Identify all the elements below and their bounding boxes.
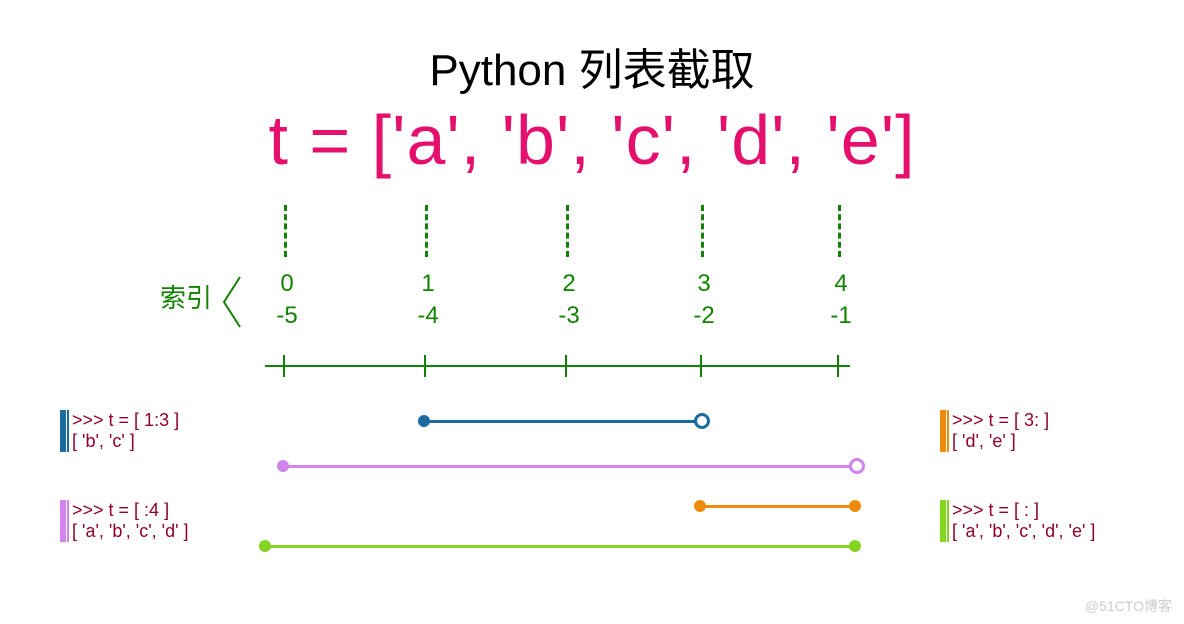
slice-line (424, 420, 700, 423)
slice-start-dot (259, 540, 271, 552)
code-bar (60, 500, 66, 542)
slice-line (283, 465, 855, 468)
code-bar-thin (947, 500, 949, 542)
negative-index: -2 (684, 302, 724, 330)
negative-index: -4 (408, 302, 448, 330)
page-title: Python 列表截取 (0, 34, 1184, 98)
positive-index: 3 (684, 270, 724, 298)
index-axis (265, 365, 850, 367)
slice-end-dot (849, 500, 861, 512)
index-dash (284, 205, 287, 257)
code-bar-thin (67, 410, 69, 452)
list-declaration: t = ['a', 'b', 'c', 'd', 'e'] (0, 100, 1184, 180)
code-bar (60, 410, 66, 452)
slice-code-block: >>> t = [ 1:3 ] [ 'b', 'c' ] (60, 410, 179, 452)
code-bar-thin (947, 410, 949, 452)
slice-code-input: >>> t = [ 3: ] (952, 410, 1049, 431)
slice-code-block: >>> t = [ :4 ] [ 'a', 'b', 'c', 'd' ] (60, 500, 189, 542)
index-label: 索引 (160, 278, 212, 315)
slice-start-dot (418, 415, 430, 427)
code-bar (940, 500, 946, 542)
positive-index: 2 (549, 270, 589, 298)
positive-index: 0 (267, 270, 307, 298)
slice-line (700, 505, 855, 508)
negative-index: -3 (549, 302, 589, 330)
positive-index: 1 (408, 270, 448, 298)
slice-code-output: [ 'b', 'c' ] (72, 431, 179, 452)
negative-index: -1 (821, 302, 861, 330)
slice-start-dot (694, 500, 706, 512)
angle-bracket (220, 275, 244, 335)
watermark: @51CTO博客 (1085, 596, 1172, 616)
slice-code-block: >>> t = [ 3: ] [ 'd', 'e' ] (940, 410, 1049, 452)
slice-code-input: >>> t = [ :4 ] (72, 500, 189, 521)
positive-index: 4 (821, 270, 861, 298)
negative-index: -5 (267, 302, 307, 330)
slice-line (265, 545, 855, 548)
slice-end-dot (849, 540, 861, 552)
code-bar (940, 410, 946, 452)
slice-code-output: [ 'd', 'e' ] (952, 431, 1049, 452)
index-dash (425, 205, 428, 257)
index-dash (838, 205, 841, 257)
slice-code-output: [ 'a', 'b', 'c', 'd' ] (72, 521, 189, 542)
slice-code-input: >>> t = [ : ] (952, 500, 1095, 521)
slice-start-dot (277, 460, 289, 472)
slice-code-output: [ 'a', 'b', 'c', 'd', 'e' ] (952, 521, 1095, 542)
slice-end-dot (849, 458, 865, 474)
index-dash (701, 205, 704, 257)
index-dash (566, 205, 569, 257)
slice-end-dot (694, 413, 710, 429)
slice-code-block: >>> t = [ : ] [ 'a', 'b', 'c', 'd', 'e' … (940, 500, 1095, 542)
code-bar-thin (67, 500, 69, 542)
slice-code-input: >>> t = [ 1:3 ] (72, 410, 179, 431)
